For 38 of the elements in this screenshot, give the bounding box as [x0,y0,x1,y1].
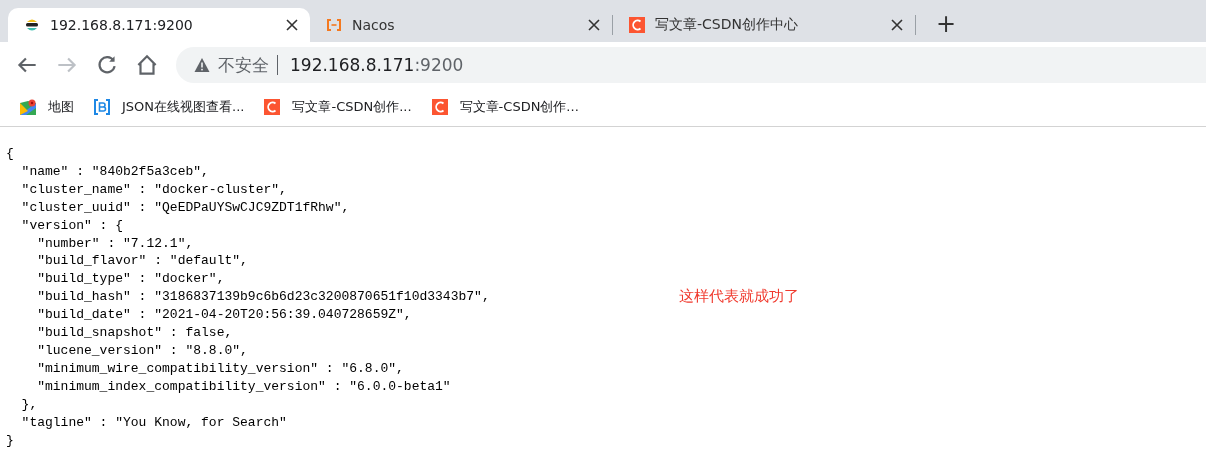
close-icon[interactable] [286,19,298,31]
json-line: "build_flavor" : "default", [36,252,248,271]
new-tab-button[interactable]: + [930,12,963,36]
address-bar[interactable]: 不安全 192.168.8.171:9200 [176,47,1206,83]
close-icon[interactable] [588,19,600,31]
bracket-logo-icon [326,17,342,33]
json-line: "cluster_uuid" : "QeEDPaUYSwCJC9ZDT1fRhw", [20,198,350,217]
warning-icon [194,57,210,73]
bracket-b-icon [94,99,110,115]
c-logo-icon [431,99,448,115]
c-logo-icon [629,17,645,33]
json-line: "minimum_index_compatibility_version" : "6.0.0-beta1" [36,377,451,396]
elastic-logo-icon [24,17,40,33]
browser-tab[interactable]: Nacos [310,8,612,42]
bookmark[interactable]: 地图 [20,98,74,116]
json-line: "build_snapshot" : false, [36,324,233,342]
bookmark[interactable]: 写文章-CSDN创作... [431,98,579,116]
json-line: "tagline" : "You Know, for Search" [20,413,287,432]
json-line: "version" : { [20,216,124,235]
bookmark[interactable]: 写文章-CSDN创作... [264,98,412,116]
map-pin-icon [20,99,36,115]
browser-tab[interactable]: 192.168.8.171:9200 [8,8,310,42]
json-line: "lucene_version" : "8.8.0", [36,341,248,360]
json-line: "cluster_name" : "docker-cluster", [20,180,287,199]
json-line: "name" : "840b2f5a3ceb", [20,162,209,181]
bookmark[interactable]: JSON在线视图查看... [94,98,245,116]
json-line: "number" : "7.12.1", [36,234,194,253]
browser-tab[interactable]: 写文章-CSDN创作中心 [613,8,915,42]
json-line: } [6,431,14,450]
close-icon[interactable] [891,19,903,31]
json-line: { [6,145,14,163]
c-logo-icon [264,99,281,115]
json-line: "minimum_wire_compatibility_version" : "6.8.0", [36,359,404,378]
json-line: "build_type" : "docker", [36,270,225,289]
json-line: "build_hash" : "3186837139b9c6b6d23c3200870651f10d3343b7", [36,288,490,307]
json-line: }, [20,395,38,414]
json-line: "build_date" : "2021-04-20T20:56:39.040728659Z", [36,306,412,325]
annotation-text: 这样代表就成功了 [679,287,799,306]
